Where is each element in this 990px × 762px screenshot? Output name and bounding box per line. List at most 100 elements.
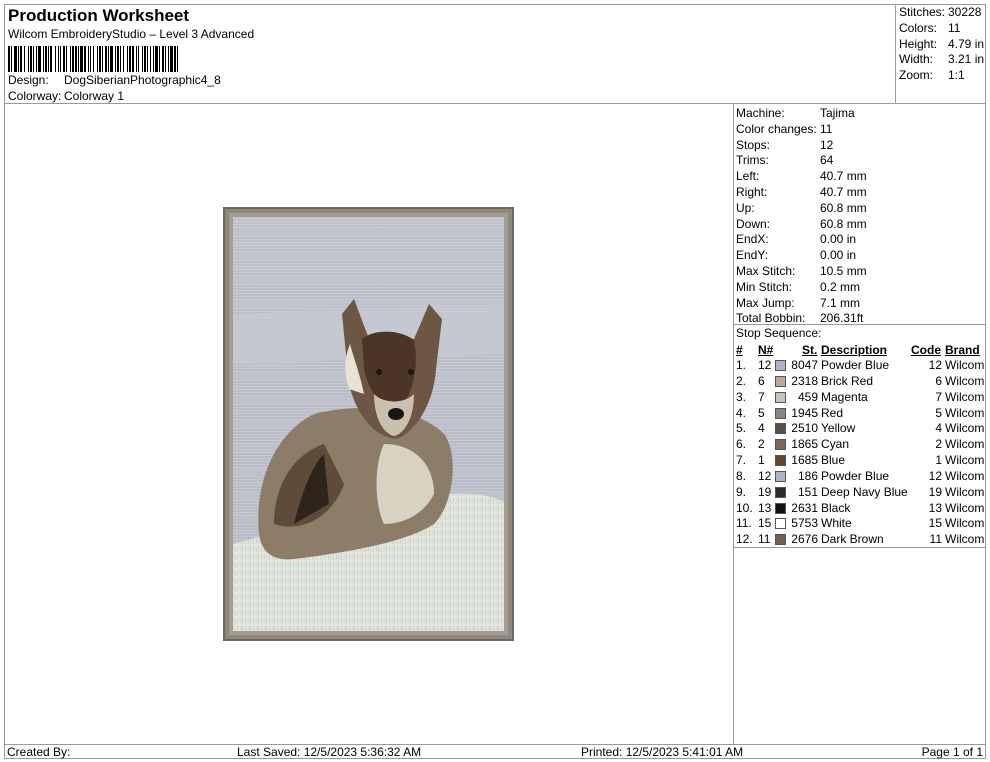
info-value: 10.5 mm [820, 264, 867, 278]
width-row: Width: 3.21 in [899, 52, 984, 66]
info-label: Color changes: [736, 121, 817, 136]
sequence-needle: 15 [758, 516, 772, 531]
sequence-stitches: 186 [797, 468, 818, 483]
color-swatch [775, 423, 786, 435]
info-value: 40.7 mm [820, 169, 867, 184]
sequence-code: 5 [935, 405, 942, 420]
sequence-row: 2. 6 2318 Brick Red 6 Wilcom [734, 374, 986, 390]
info-label: Min Stitch: [736, 279, 793, 294]
last-saved-text: Last Saved: 12/5/2023 5:36:32 AM [237, 745, 422, 759]
color-swatch [775, 455, 786, 467]
sequence-index: 12. [736, 532, 753, 547]
stop-sequence-title: Stop Sequence: [736, 326, 822, 340]
info-label: Up: [736, 200, 755, 215]
created-by-label: Created By: [7, 745, 71, 759]
info-label: Trims: [736, 153, 769, 168]
info-value: 0.00 in [820, 232, 857, 247]
color-swatch [775, 502, 786, 514]
color-swatch [775, 407, 786, 419]
design-label: Design: [8, 73, 49, 87]
sequence-code: 6 [935, 373, 942, 388]
sequence-brand: Wilcom [945, 421, 985, 436]
sequence-index: 10. [736, 500, 753, 515]
col-header-num: # [736, 343, 743, 357]
info-label: EndY: [736, 248, 769, 263]
colors-row: Colors: 11 [899, 21, 960, 35]
sequence-row: 10. 13 2631 Black 13 Wilcom [734, 501, 986, 517]
sequence-brand: Wilcom [945, 453, 985, 468]
design-preview [4, 104, 733, 744]
sequence-needle: 13 [758, 500, 772, 515]
sequence-index: 5. [736, 421, 747, 436]
stop-sequence-table: 1. 12 8047 Powder Blue 12 Wilcom 2. 6 2318 Brick … [734, 358, 986, 548]
sequence-needle: 11 [758, 532, 771, 547]
sequence-brand: Wilcom [945, 484, 985, 499]
sequence-brand: Wilcom [945, 373, 985, 388]
info-row: Min Stitch: 0.2 mm [736, 279, 860, 295]
height-label: Height: [899, 37, 938, 51]
sequence-description: Dark Brown [821, 532, 884, 547]
color-swatch [775, 360, 786, 371]
col-header-brand: Brand [945, 343, 980, 357]
sequence-needle: 1 [758, 453, 765, 468]
sequence-brand: Wilcom [945, 468, 985, 483]
sequence-index: 4. [736, 405, 747, 420]
sequence-row: 1. 12 8047 Powder Blue 12 Wilcom [734, 358, 986, 374]
sequence-row: 6. 2 1865 Cyan 2 Wilcom [734, 437, 986, 453]
sequence-code: 1 [935, 453, 942, 468]
colorway-label: Colorway: [8, 89, 62, 103]
info-row: Max Stitch: 10.5 mm [736, 263, 867, 279]
sequence-stitches: 459 [797, 389, 818, 404]
printed-text: Printed: 12/5/2023 5:41:01 AM [581, 745, 744, 759]
info-label: EndX: [736, 232, 769, 247]
sequence-index: 9. [736, 484, 747, 499]
barcode [8, 46, 358, 72]
sequence-stitches: 2510 [791, 421, 818, 436]
zoom-row: Zoom: 1:1 [899, 68, 965, 82]
sequence-code: 15 [928, 516, 942, 531]
color-swatch [775, 439, 786, 451]
sequence-row: 11. 15 5753 White 15 Wilcom [734, 516, 986, 532]
design-value: DogSiberianPhotographic4_8 [64, 73, 221, 87]
info-row: Stops: 12 [736, 137, 833, 153]
col-header-description: Description [821, 343, 888, 357]
sequence-code: 12 [928, 468, 942, 483]
sequence-description: Red [821, 405, 844, 420]
sequence-needle: 12 [758, 468, 772, 483]
sequence-index: 6. [736, 437, 747, 452]
worksheet-header: Production Worksheet Wilcom EmbroiderySt… [4, 4, 896, 104]
sequence-divider [734, 547, 986, 548]
sequence-stitches: 1945 [791, 405, 818, 420]
machine-info-panel: Machine: Tajima Color changes: 11 Stops: 12 Tr… [733, 104, 986, 744]
info-value: 60.8 mm [820, 200, 867, 215]
sequence-description: Brick Red [821, 373, 874, 388]
info-row: EndY: 0.00 in [736, 247, 856, 263]
sequence-stitches: 1865 [791, 437, 818, 452]
sequence-code: 7 [935, 389, 942, 404]
sequence-row: 4. 5 1945 Red 5 Wilcom [734, 406, 986, 422]
info-row: Max Jump: 7.1 mm [736, 295, 860, 311]
colorway-value: Colorway 1 [64, 89, 125, 103]
col-header-stitches: St. [802, 343, 818, 357]
color-swatch [775, 391, 786, 403]
sequence-description: Black [821, 500, 851, 515]
sequence-description: Powder Blue [821, 358, 890, 372]
sequence-code: 13 [928, 500, 942, 515]
zoom-label: Zoom: [899, 68, 934, 82]
sequence-stitches: 8047 [791, 358, 818, 372]
sequence-stitches: 151 [797, 484, 818, 499]
sequence-description: Powder Blue [821, 468, 890, 483]
sequence-stitches: 2318 [791, 373, 818, 388]
sequence-needle: 6 [758, 373, 765, 388]
sequence-needle: 5 [758, 405, 765, 420]
col-header-code: Code [911, 343, 941, 357]
info-row: Trims: 64 [736, 152, 833, 168]
embroidery-preview-image [223, 207, 514, 641]
stitches-row: Stitches: 30228 [899, 5, 981, 19]
sequence-row: 3. 7 459 Magenta 7 Wilcom [734, 390, 986, 406]
sequence-description: Yellow [821, 421, 856, 436]
info-label: Down: [736, 216, 771, 231]
sequence-brand: Wilcom [945, 437, 985, 452]
width-label: Width: [899, 52, 934, 66]
colors-value: 11 [948, 21, 961, 35]
